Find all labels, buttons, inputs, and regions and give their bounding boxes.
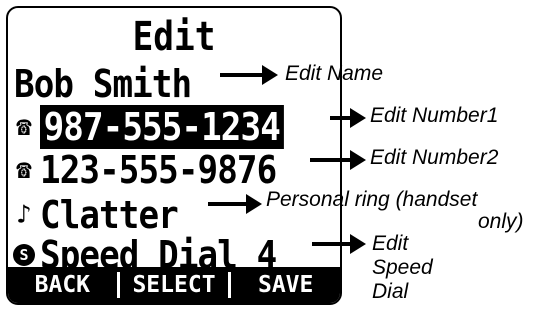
edit-speed-label-line2: Speed: [372, 256, 433, 279]
edit-speed-arrow: [312, 234, 366, 254]
number1-value: 987-555-1234: [40, 105, 284, 149]
contact-name: Bob Smith: [14, 62, 192, 106]
screen-title: Edit: [132, 14, 216, 60]
number1-row[interactable]: ☎ 987-555-1234: [8, 105, 328, 149]
edit-speed-label-line1: Edit: [372, 232, 409, 255]
edit-number2-arrow: [310, 150, 366, 170]
svg-text:S: S: [19, 246, 28, 264]
edit-speed-label-line3: Dial: [372, 280, 409, 303]
phone-icon: ☎: [16, 112, 32, 142]
number2-value: 123-555-9876: [40, 148, 277, 192]
edit-number2-label: Edit Number2: [370, 146, 499, 169]
handset-lcd-screen: Edit Bob Smith ☎ 987-555-1234 ☎ 123-555-…: [6, 6, 342, 305]
number2-row[interactable]: ☎ 123-555-9876: [8, 148, 303, 192]
edit-name-label: Edit Name: [285, 62, 384, 85]
personal-ring-arrow: [208, 194, 262, 214]
music-note-icon: ♪: [16, 200, 32, 230]
phone-icon: ☎: [16, 155, 32, 185]
softkey-bar: BACK SELECT SAVE: [8, 267, 340, 303]
ringtone-row[interactable]: ♪ Clatter: [8, 193, 193, 237]
edit-number1-label: Edit Number1: [370, 104, 499, 127]
save-softkey[interactable]: SAVE: [231, 272, 340, 298]
contact-name-row[interactable]: Bob Smith: [14, 62, 211, 106]
personal-ring-label-line2: only): [478, 210, 524, 233]
personal-ring-label-line1: Personal ring (handset: [266, 188, 478, 211]
edit-name-arrow: [220, 65, 278, 85]
select-softkey[interactable]: SELECT: [120, 272, 229, 298]
edit-number1-arrow: [330, 108, 366, 128]
ringtone-value: Clatter: [40, 193, 179, 237]
back-softkey[interactable]: BACK: [8, 272, 117, 298]
